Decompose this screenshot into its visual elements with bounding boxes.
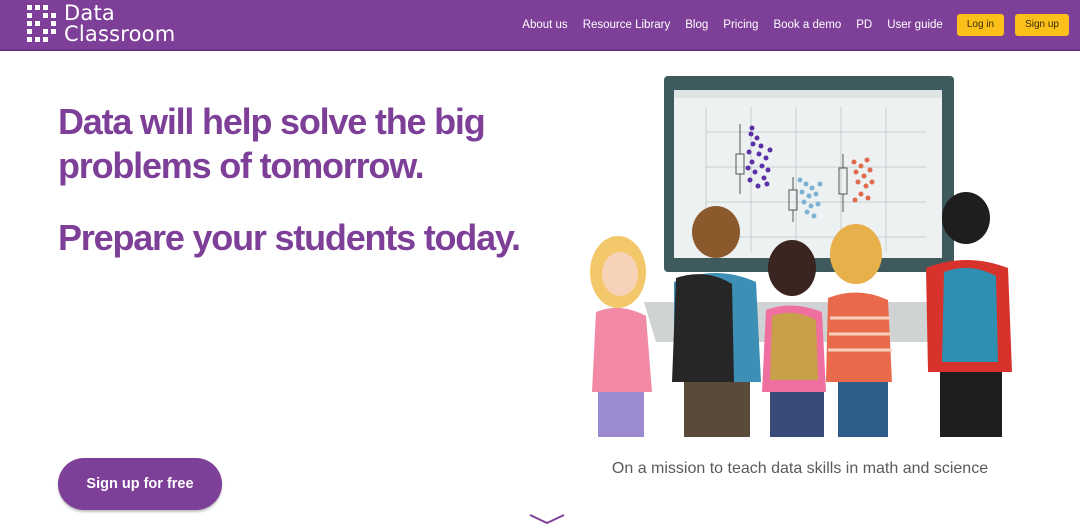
signup-button[interactable]: Sign up [1015,14,1069,36]
hero-title: Data will help solve the big problems of… [58,101,486,186]
nav-link-pricing[interactable]: Pricing [723,19,758,31]
nav-link-book-demo[interactable]: Book a demo [773,19,841,31]
students-at-screen-illustration [590,76,1012,437]
brand-name: Data Classroom [64,3,175,45]
nav-link-user-guide[interactable]: User guide [887,19,943,31]
login-button[interactable]: Log in [956,14,1005,36]
data-classroom-logo-icon [27,5,56,42]
chevron-down-icon[interactable] [528,513,566,524]
hero-subtitle: Prepare your students today. [58,217,521,258]
nav-link-blog[interactable]: Blog [685,19,708,31]
mission-tagline: On a mission to teach data skills in mat… [611,460,989,477]
brand-name-line1: Data [64,1,115,25]
brand-logo[interactable]: Data Classroom [27,3,187,46]
nav-link-about[interactable]: About us [522,19,567,31]
nav-links: About us Resource Library Blog Pricing B… [507,13,1069,37]
nav-link-pd[interactable]: PD [856,19,872,31]
signup-free-button[interactable]: Sign up for free [58,458,222,510]
top-navbar: Data Classroom About us Resource Library… [0,0,1080,51]
nav-link-resource-library[interactable]: Resource Library [583,19,671,31]
brand-name-line2: Classroom [64,22,176,46]
